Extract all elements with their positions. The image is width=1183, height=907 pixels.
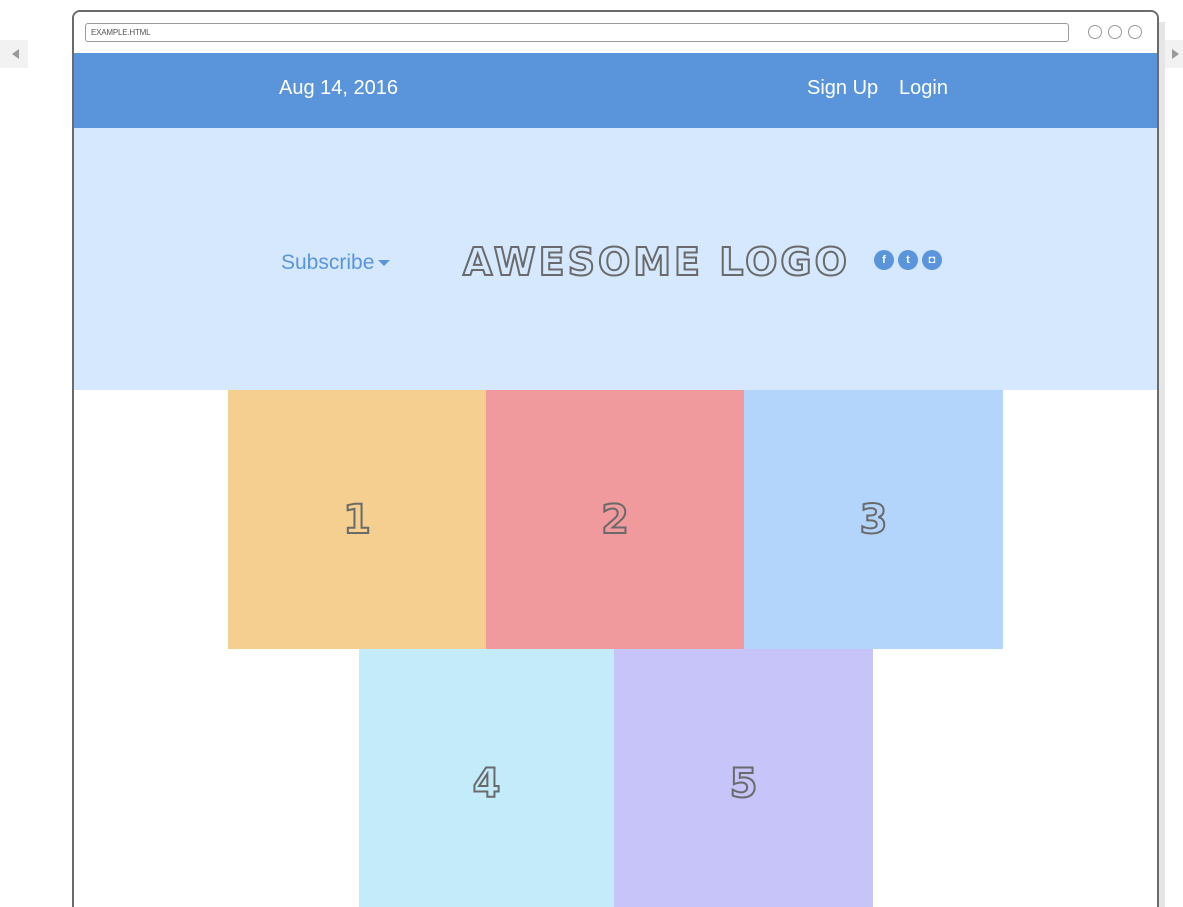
scroll-left-arrow[interactable] <box>0 40 28 68</box>
caret-down-icon <box>378 260 391 267</box>
tile-2[interactable]: 2 <box>486 390 744 649</box>
tile-5[interactable]: 5 <box>614 649 873 907</box>
browser-window: EXAMPLE.HTML Aug 14, 2016 Sign Up Login … <box>72 10 1159 907</box>
tile-number: 4 <box>472 760 502 808</box>
facebook-icon[interactable]: f <box>874 250 894 270</box>
social-links: f t ◘ <box>874 250 942 270</box>
twitter-icon[interactable]: t <box>898 250 918 270</box>
top-bar: Aug 14, 2016 Sign Up Login <box>74 53 1157 128</box>
url-bar[interactable]: EXAMPLE.HTML <box>85 23 1069 42</box>
window-button-2[interactable] <box>1108 25 1122 39</box>
tile-1[interactable]: 1 <box>228 390 486 649</box>
window-button-1[interactable] <box>1088 25 1102 39</box>
subscribe-label: Subscribe <box>281 251 375 274</box>
hero-header: Subscribe AWESOME LOGO f t ◘ <box>74 128 1157 390</box>
tile-3[interactable]: 3 <box>744 390 1003 649</box>
tile-number: 2 <box>600 496 630 544</box>
tile-4[interactable]: 4 <box>359 649 614 907</box>
window-button-3[interactable] <box>1128 25 1142 39</box>
instagram-icon[interactable]: ◘ <box>922 250 942 270</box>
date-text: Aug 14, 2016 <box>279 77 398 99</box>
chevron-right-icon <box>1172 49 1179 59</box>
tile-number: 1 <box>342 496 372 544</box>
chevron-left-icon <box>12 49 19 59</box>
sign-up-link[interactable]: Sign Up <box>807 77 878 100</box>
login-link[interactable]: Login <box>899 77 948 100</box>
subscribe-dropdown[interactable]: Subscribe <box>281 251 391 275</box>
tile-number: 5 <box>729 760 759 808</box>
tile-number: 3 <box>859 496 889 544</box>
site-logo[interactable]: AWESOME LOGO <box>462 239 850 285</box>
browser-chrome: EXAMPLE.HTML <box>74 12 1157 53</box>
